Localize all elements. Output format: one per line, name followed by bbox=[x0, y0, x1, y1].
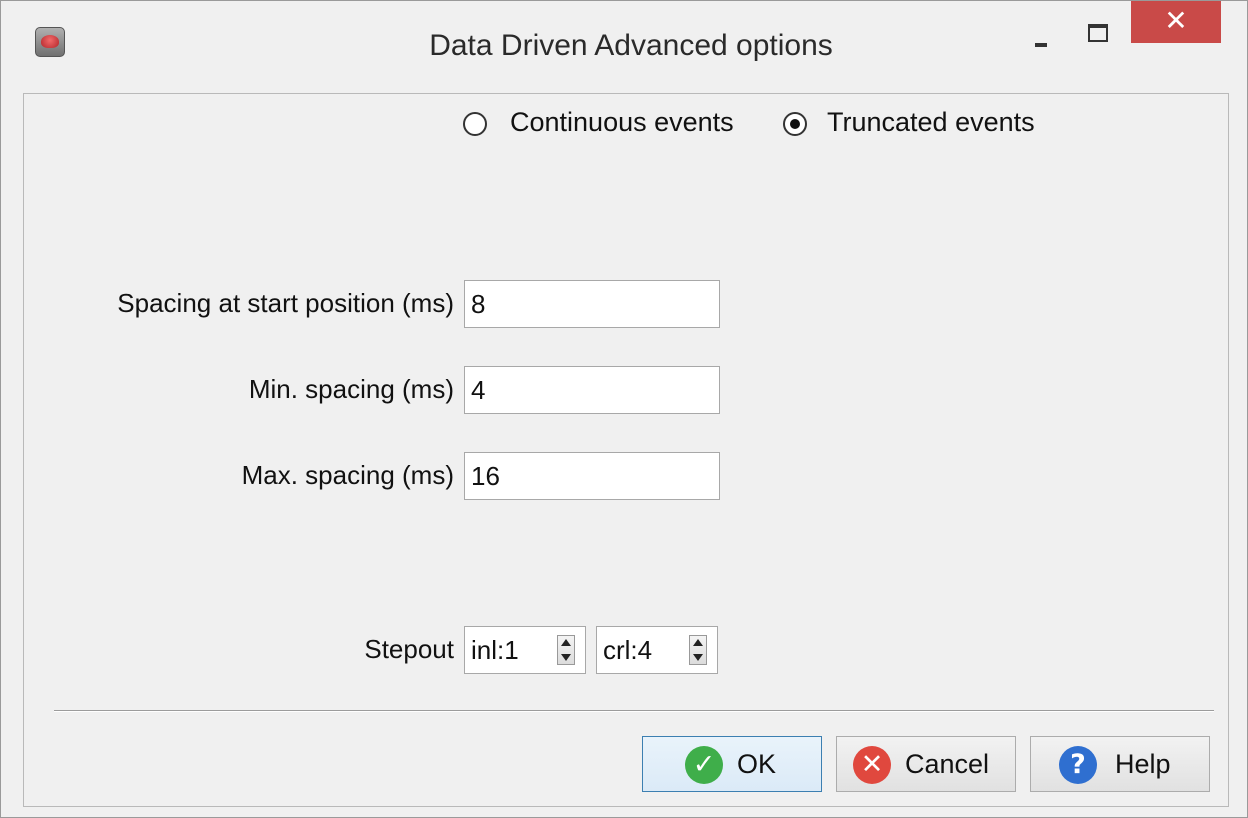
max-spacing-label: Max. spacing (ms) bbox=[241, 460, 454, 490]
dialog-content: Continuous events Truncated events Spaci… bbox=[23, 93, 1229, 807]
dialog-window: Data Driven Advanced options ✕ Continuou… bbox=[0, 0, 1248, 818]
stepout-crossline-value: crl:4 bbox=[603, 635, 653, 665]
spin-down-icon[interactable] bbox=[693, 654, 703, 661]
cancel-button-label: Cancel bbox=[905, 749, 990, 779]
title-bar[interactable]: Data Driven Advanced options ✕ bbox=[1, 1, 1247, 91]
stepout-inline-spinner[interactable]: inl:1 bbox=[464, 626, 586, 674]
stepout-inline-value: inl:1 bbox=[471, 635, 519, 665]
truncated-events-radio[interactable] bbox=[783, 112, 807, 136]
help-question-icon: ? bbox=[1059, 746, 1097, 784]
continuous-events-label[interactable]: Continuous events bbox=[510, 107, 734, 138]
crossline-spin-arrows[interactable] bbox=[689, 635, 707, 665]
spin-up-icon[interactable] bbox=[693, 639, 703, 646]
button-separator bbox=[54, 710, 1214, 712]
stepout-label: Stepout bbox=[364, 634, 454, 664]
max-spacing-input[interactable]: 16 bbox=[464, 452, 720, 500]
spacing-start-input[interactable]: 8 bbox=[464, 280, 720, 328]
spin-down-icon[interactable] bbox=[561, 654, 571, 661]
cancel-x-icon: ✕ bbox=[853, 746, 891, 784]
cancel-button[interactable]: ✕ Cancel bbox=[836, 736, 1016, 792]
help-button-label: Help bbox=[1115, 749, 1171, 779]
ok-button-label: OK bbox=[737, 749, 777, 779]
minimize-button[interactable] bbox=[1017, 23, 1061, 59]
min-spacing-label: Min. spacing (ms) bbox=[248, 374, 454, 404]
continuous-events-radio[interactable] bbox=[463, 112, 487, 136]
help-button[interactable]: ? Help bbox=[1030, 736, 1210, 792]
close-button[interactable]: ✕ bbox=[1131, 1, 1221, 43]
ok-button[interactable]: ✓ OK bbox=[642, 736, 822, 792]
min-spacing-input[interactable]: 4 bbox=[464, 366, 720, 414]
truncated-events-label[interactable]: Truncated events bbox=[827, 107, 1035, 138]
inline-spin-arrows[interactable] bbox=[557, 635, 575, 665]
check-icon: ✓ bbox=[685, 746, 723, 784]
stepout-crossline-spinner[interactable]: crl:4 bbox=[596, 626, 718, 674]
spin-up-icon[interactable] bbox=[561, 639, 571, 646]
close-icon: ✕ bbox=[1164, 4, 1188, 37]
spacing-start-label: Spacing at start position (ms) bbox=[117, 288, 454, 318]
maximize-button[interactable] bbox=[1075, 19, 1119, 57]
